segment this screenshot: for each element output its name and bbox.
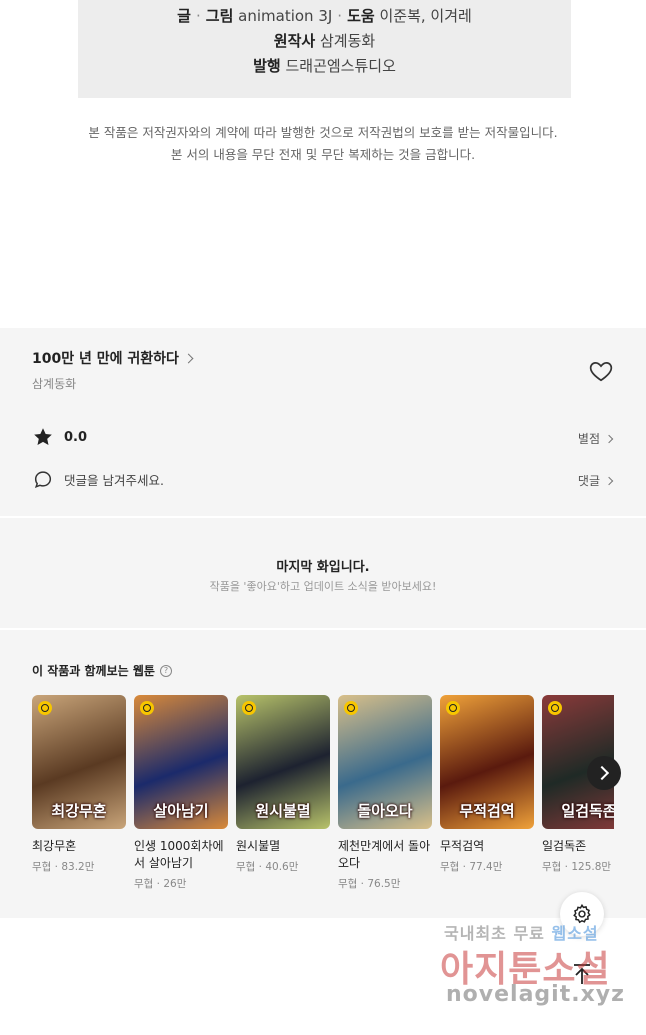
recommend-title: 일검독존 xyxy=(542,839,587,853)
recommend-meta: 무협 · 26만 xyxy=(134,878,187,890)
recommend-carousel: 최강무혼 최강무혼 무협 · 83.2만 살아남기 인생 1000회차에서 살아남기 무협… xyxy=(32,695,614,915)
recommend-heading-text: 이 작품과 함께보는 웹툰 xyxy=(32,664,155,678)
heart-icon[interactable] xyxy=(588,358,614,384)
last-episode-subtitle: 작품을 '좋아요'하고 업데이트 소식을 받아보세요! xyxy=(209,580,437,593)
recommend-meta: 무협 · 83.2만 xyxy=(32,861,95,873)
thumbnail-logo-text: 원시불멸 xyxy=(255,802,311,820)
recommend-title: 제천만계에서 돌아오다 xyxy=(338,839,431,870)
carousel-next-button[interactable] xyxy=(587,756,621,790)
recommend-meta: 무협 · 40.6만 xyxy=(236,861,299,873)
separator: · xyxy=(195,7,201,25)
chevron-right-icon xyxy=(604,434,614,443)
series-title: 100만 년 만에 귀환하다 xyxy=(32,351,179,367)
recommend-thumbnail: 원시불멸 xyxy=(236,695,330,829)
value-assist: 이준복, 이겨레 xyxy=(379,7,472,25)
credits-line-original: 원작사 삼계동화 xyxy=(274,29,375,54)
wait-free-clock-icon xyxy=(548,701,562,715)
last-episode-panel: 마지막 화입니다. 작품을 '좋아요'하고 업데이트 소식을 받아보세요! xyxy=(0,518,646,628)
gear-icon xyxy=(573,903,591,924)
help-icon[interactable]: ? xyxy=(159,664,172,677)
arrow-up-icon xyxy=(574,964,590,984)
rating-display: 0.0 xyxy=(32,426,87,448)
recommend-thumbnail: 돌아오다 xyxy=(338,695,432,829)
value-art: animation 3J xyxy=(238,7,333,25)
wait-free-clock-icon xyxy=(242,701,256,715)
thumbnail-logo-text: 돌아오다 xyxy=(357,802,413,820)
recommend-panel: 이 작품과 함께보는 웹툰 ? 최강무혼 최강무혼 무협 · 83.2만 살아남기 인생… xyxy=(0,630,646,918)
thumbnail-logo-text: 살아남기 xyxy=(153,802,209,820)
recommend-title: 최강무혼 xyxy=(32,839,77,853)
comment-bubble-icon xyxy=(34,471,52,489)
copyright-line-2: 본 서의 내용을 무단 전재 및 무단 복제하는 것을 금합니다. xyxy=(170,147,476,162)
comment-placeholder: 댓글을 남겨주세요. xyxy=(64,472,164,488)
wait-free-clock-icon xyxy=(344,701,358,715)
label-art: 그림 xyxy=(205,7,234,25)
chevron-right-icon xyxy=(183,353,194,363)
recommend-meta: 무협 · 76.5만 xyxy=(338,878,401,890)
settings-button[interactable] xyxy=(560,892,604,936)
label-writer: 글 xyxy=(177,7,191,25)
recommend-card[interactable]: 원시불멸 원시불멸 무협 · 40.6만 xyxy=(236,695,330,874)
recommend-title: 원시불멸 xyxy=(236,839,281,853)
recommend-heading: 이 작품과 함께보는 웹툰 ? xyxy=(32,662,172,679)
value-original: 삼계동화 xyxy=(319,32,376,50)
recommend-thumbnail: 무적검역 xyxy=(440,695,534,829)
thumbnail-logo-text: 무적검역 xyxy=(459,802,515,820)
label-assist: 도움 xyxy=(347,7,375,25)
last-episode-title: 마지막 화입니다. xyxy=(276,560,370,575)
watermark-domain: novelagit.xyz xyxy=(446,982,625,1007)
wait-free-clock-icon xyxy=(446,701,460,715)
thumbnail-logo-text: 일검독존 xyxy=(561,802,614,820)
copyright-line-1: 본 작품은 저작권자와의 계약에 따라 발행한 것으로 저작권법의 보호를 받는… xyxy=(88,125,558,140)
credits-box: 글 · 그림 animation 3J · 도움 이준복, 이겨레 원작사 삼계동화 발… xyxy=(78,0,571,98)
recommend-title: 인생 1000회차에서 살아남기 xyxy=(134,839,224,870)
star-icon xyxy=(34,428,52,445)
recommend-thumbnail: 최강무혼 xyxy=(32,695,126,829)
series-author: 삼계동화 xyxy=(32,377,77,391)
watermark-tagline: 국내최초 무료 xyxy=(444,924,545,943)
recommend-meta: 무협 · 125.8만 xyxy=(542,861,612,873)
thumbnail-logo-text: 최강무혼 xyxy=(51,802,107,820)
label-original: 원작사 xyxy=(273,32,316,50)
series-title-link[interactable]: 100만 년 만에 귀환하다 xyxy=(32,348,194,368)
wait-free-clock-icon xyxy=(38,701,52,715)
chevron-right-icon xyxy=(604,476,614,485)
recommend-card[interactable]: 무적검역 무적검역 무협 · 77.4만 xyxy=(440,695,534,874)
recommend-card[interactable]: 살아남기인생 1000회차에서 살아남기무협 · 26만 xyxy=(134,695,228,891)
label-publisher: 발행 xyxy=(253,57,281,75)
credits-line-art: 글 · 그림 animation 3J · 도움 이준복, 이겨레 xyxy=(177,4,472,29)
credits-line-publisher: 발행 드래곤엠스튜디오 xyxy=(253,54,396,79)
comment-link-label: 댓글 xyxy=(577,474,600,488)
rate-link[interactable]: 별점 xyxy=(577,430,614,447)
separator: · xyxy=(337,7,343,25)
comment-prompt[interactable]: 댓글을 남겨주세요. xyxy=(32,468,164,490)
rate-link-label: 별점 xyxy=(577,432,600,446)
value-publisher: 드래곤엠스튜디오 xyxy=(285,57,396,75)
series-info-panel: 100만 년 만에 귀환하다 삼계동화 0.0 별점 댓글을 남겨주세요. 댓글 xyxy=(0,328,646,516)
recommend-card[interactable]: 최강무혼 최강무혼 무협 · 83.2만 xyxy=(32,695,126,874)
comment-link[interactable]: 댓글 xyxy=(577,472,614,489)
recommend-card[interactable]: 돌아오다제천만계에서 돌아오다무협 · 76.5만 xyxy=(338,695,432,891)
copyright-notice: 본 작품은 저작권자와의 계약에 따라 발행한 것으로 저작권법의 보호를 받는… xyxy=(0,122,646,166)
site-watermark: 국내최초 무료 웹소설 아지툰소설 novelagit.xyz xyxy=(440,918,630,1018)
recommend-title: 무적검역 xyxy=(440,839,485,853)
recommend-meta: 무협 · 77.4만 xyxy=(440,861,503,873)
wait-free-clock-icon xyxy=(140,701,154,715)
recommend-thumbnail: 살아남기 xyxy=(134,695,228,829)
rating-value: 0.0 xyxy=(64,429,88,445)
scroll-top-button[interactable] xyxy=(566,958,598,990)
